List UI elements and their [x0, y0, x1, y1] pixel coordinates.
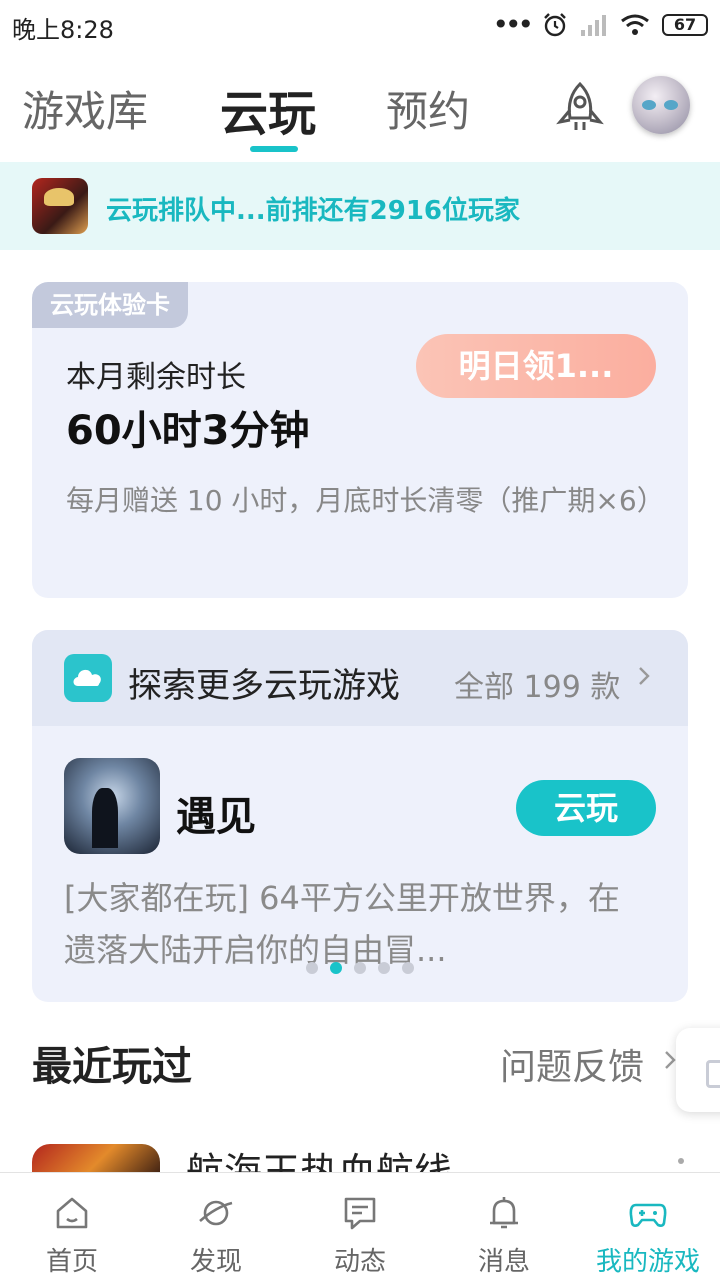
explore-header[interactable]: 探索更多云玩游戏 全部 199 款 [32, 630, 688, 726]
nav-discover[interactable]: 发现 [144, 1173, 288, 1280]
cloud-icon [64, 654, 112, 702]
gamepad-icon [629, 1203, 667, 1227]
nav-activity-label: 动态 [333, 1247, 386, 1277]
experience-card: 云玩体验卡 本月剩余时长 60小时3分钟 明日领1... 每月赠送 10 小时，… [32, 282, 688, 598]
more-dots-icon: ••• [492, 8, 533, 41]
queue-game-thumbnail [32, 178, 88, 234]
queue-status-text: 云玩排队中...前排还有2916位玩家 [106, 196, 520, 226]
floating-download-button[interactable] [676, 1028, 720, 1112]
chat-icon [344, 1197, 376, 1230]
more-options-icon[interactable] [678, 1158, 684, 1164]
explore-card: 探索更多云玩游戏 全部 199 款 遇见 云玩 [大家都在玩] 64平方公里开放… [32, 630, 688, 1002]
bell-icon [490, 1197, 518, 1229]
nav-activity[interactable]: 动态 [288, 1173, 432, 1280]
carousel-pager [306, 962, 414, 974]
signal-icon [581, 15, 606, 36]
pager-dot[interactable] [378, 962, 390, 974]
queue-banner[interactable]: 云玩排队中...前排还有2916位玩家 [0, 162, 720, 250]
remaining-time-value: 60小时3分钟 [66, 408, 310, 454]
nav-home-label: 首页 [45, 1247, 98, 1277]
alarm-icon [544, 13, 566, 37]
top-tabs: 游戏库 云玩 预约 [0, 60, 720, 160]
wifi-icon [621, 14, 649, 35]
home-icon [56, 1197, 88, 1229]
active-tab-indicator [250, 146, 298, 152]
nav-my-games[interactable]: 我的游戏 [576, 1173, 720, 1280]
recent-game-name[interactable]: 航海王热血航线 [186, 1148, 452, 1174]
game-description: [大家都在玩] 64平方公里开放世界，在遗落大陆开启你的自由冒... [64, 879, 620, 969]
status-bar: 晚上8:28 ••• 67 [0, 0, 720, 52]
nav-my-games-label: 我的游戏 [595, 1247, 700, 1277]
experience-card-tag: 云玩体验卡 [32, 282, 188, 328]
bottom-navigation: 首页 发现 动态 消息 我的游戏 [0, 1172, 720, 1280]
game-icon[interactable] [64, 758, 160, 854]
cloud-play-button[interactable]: 云玩 [516, 780, 656, 836]
tab-cloud-play[interactable]: 云玩 [220, 74, 316, 144]
tab-game-library[interactable]: 游戏库 [22, 78, 148, 139]
nav-messages[interactable]: 消息 [432, 1173, 576, 1280]
pager-dot[interactable] [306, 962, 318, 974]
battery-icon: 67 [662, 14, 708, 36]
pager-dot-active[interactable] [330, 962, 342, 974]
status-time: 晚上8:28 [12, 16, 114, 44]
explore-count-link[interactable]: 全部 199 款 [454, 662, 620, 706]
tab-reservation[interactable]: 预约 [386, 78, 470, 139]
avatar[interactable] [632, 76, 690, 134]
experience-card-description: 每月赠送 10 小时，月底时长清零（推广期×6） [66, 484, 665, 517]
chevron-right-icon [639, 667, 650, 685]
nav-home[interactable]: 首页 [0, 1173, 144, 1280]
claim-tomorrow-button[interactable]: 明日领1... [416, 334, 656, 398]
game-name[interactable]: 遇见 [176, 784, 256, 842]
nav-messages-label: 消息 [477, 1247, 530, 1277]
recent-played-title: 最近玩过 [32, 1044, 192, 1090]
rocket-icon[interactable] [552, 80, 608, 136]
nav-discover-label: 发现 [189, 1247, 242, 1277]
explore-title: 探索更多云玩游戏 [128, 666, 400, 706]
pager-dot[interactable] [402, 962, 414, 974]
remaining-time-label: 本月剩余时长 [66, 360, 246, 395]
chevron-right-icon [665, 1051, 676, 1069]
pager-dot[interactable] [354, 962, 366, 974]
planet-icon [199, 1200, 233, 1226]
status-icons: ••• 67 [492, 8, 708, 41]
feedback-link[interactable]: 问题反馈 [500, 1038, 644, 1090]
